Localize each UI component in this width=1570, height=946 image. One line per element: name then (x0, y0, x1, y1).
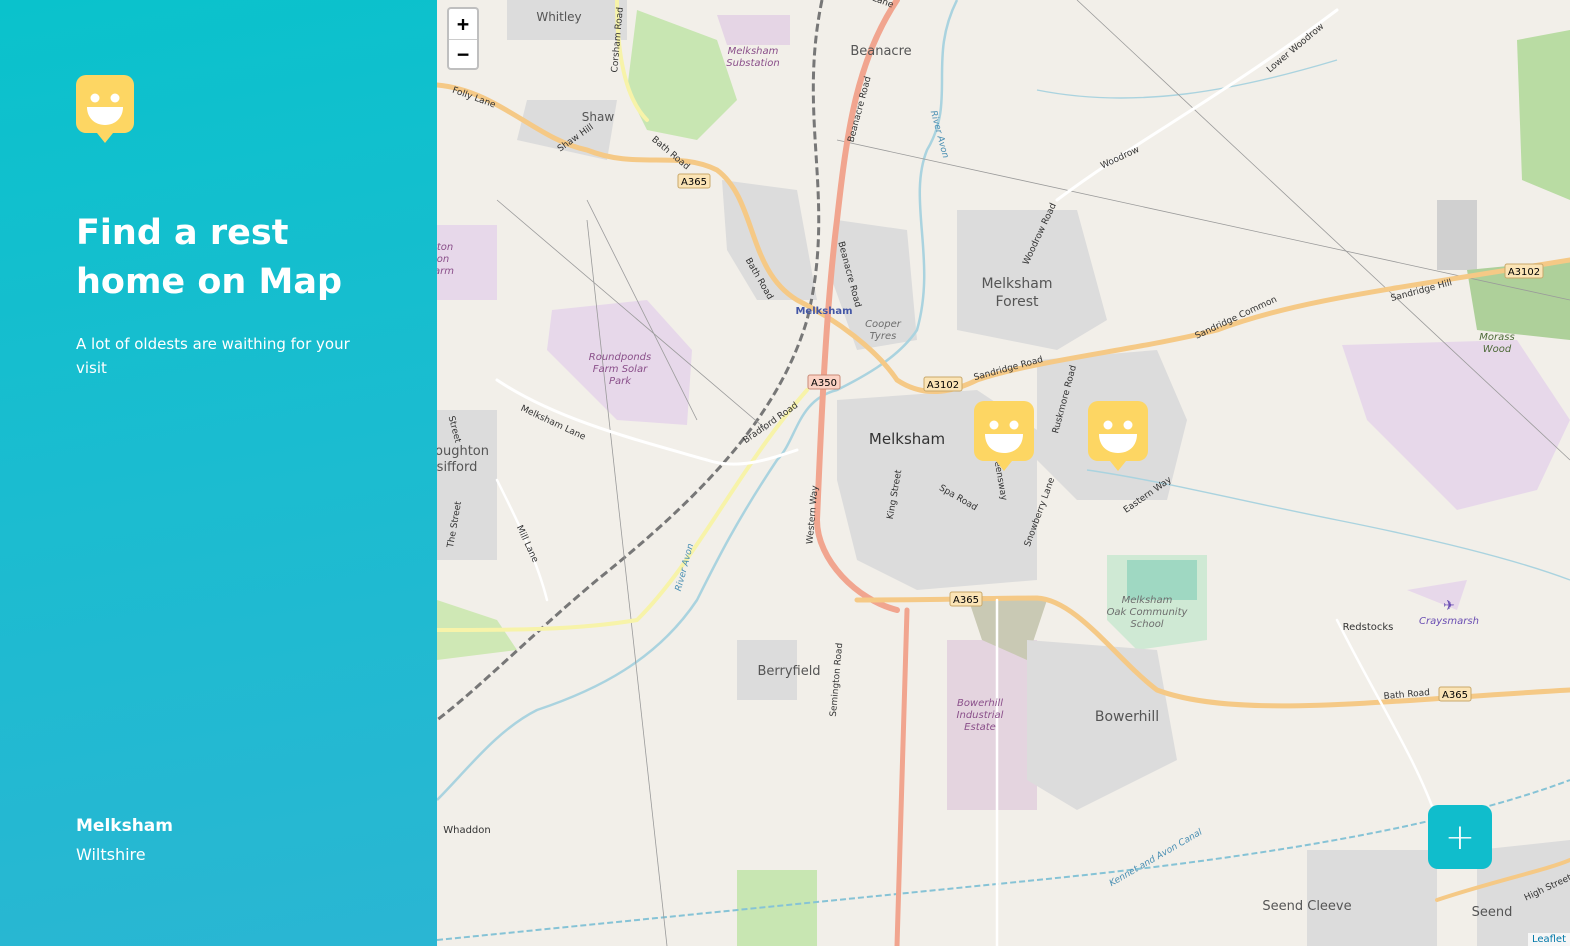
solar-farm-east (1342, 340, 1570, 510)
place-label-seend-cleeve: Seend Cleeve (1262, 899, 1351, 914)
wood-south (737, 870, 817, 946)
place-label-redstocks: Redstocks (1343, 622, 1394, 633)
park-area-north (627, 10, 737, 140)
poi-label-oak-school: Oak Community (1107, 607, 1189, 618)
poi-label-morass-wood: Wood (1483, 344, 1512, 355)
road-shield-label: A3102 (927, 380, 959, 391)
road-shield-label: A350 (811, 378, 837, 389)
map-view[interactable]: A365 A350 A3102 A3102 A365 A365 Melksham… (437, 0, 1570, 946)
sidebar: Find a rest home on Map A lot of oldests… (0, 0, 437, 946)
road-label: Lower Woodrow (1265, 22, 1326, 75)
poi-label-bowerhill-industrial: Bowerhill (957, 698, 1003, 709)
residential-bowerhill (1027, 640, 1177, 810)
road-shield-label: A365 (681, 177, 707, 188)
place-label-broughton: oughton (437, 444, 489, 459)
road-label: Mill Lane (514, 524, 540, 565)
place-label-bowerhill: Bowerhill (1095, 709, 1159, 725)
poi-label-left-edge: on (437, 254, 449, 265)
craysmarsh-area (1407, 580, 1467, 610)
place-label-whaddon: Whaddon (443, 825, 491, 836)
page-subtitle: A lot of oldests are waithing for your v… (76, 335, 350, 377)
place-label-whitley: Whitley (536, 10, 581, 24)
zoom-out-button[interactable]: − (449, 38, 477, 69)
location-city: Melksham (76, 816, 173, 836)
poi-label-substation: Substation (726, 58, 779, 69)
page-title: Find a rest home on Map (76, 213, 343, 302)
road-shield-label: A365 (1442, 690, 1468, 701)
poi-label-roundponds: Park (609, 376, 632, 387)
road-shield-label: A3102 (1508, 267, 1540, 278)
map-tiles[interactable]: A365 A350 A3102 A3102 A365 A365 Melksham… (437, 0, 1570, 946)
a350-south (894, 607, 910, 946)
school-pitches (1127, 560, 1197, 600)
add-rest-home-button[interactable]: + (1428, 805, 1492, 869)
poi-label-left-edge: arm (437, 266, 454, 277)
plus-icon: + (1444, 816, 1476, 858)
poi-label-roundponds: Roundponds (589, 352, 651, 363)
poi-label-cooper-tyres: Cooper (865, 319, 902, 330)
smiley-speech-bubble-icon (1088, 401, 1148, 471)
app-root: Find a rest home on Map A lot of oldests… (0, 0, 1570, 946)
poi-label-bowerhill-industrial: Industrial (957, 710, 1004, 721)
smiley-speech-bubble-icon (974, 401, 1034, 471)
road-label: Lane (871, 0, 895, 11)
residential-shaw (517, 100, 617, 160)
airfield-icon: ✈ (1443, 598, 1455, 614)
poi-label-oak-school: School (1130, 619, 1163, 630)
place-label-seend: Seend (1472, 905, 1513, 920)
woodrow-road (1055, 8, 1339, 202)
road-label: River Avon (928, 110, 950, 160)
road-shield-label: A365 (953, 595, 979, 606)
zoom-in-button[interactable]: + (449, 9, 477, 39)
road-label: Bath Road (649, 135, 691, 172)
location-region: Wiltshire (76, 845, 146, 864)
place-label-berryfield: Berryfield (757, 664, 820, 679)
substation-area (717, 15, 790, 45)
road-label: Semington Road (829, 642, 845, 717)
road-label: Woodrow (1099, 145, 1141, 172)
poi-label-substation: Melksham (728, 46, 779, 57)
road-label: Folly Lane (451, 86, 497, 111)
poi-label-roundponds: Farm Solar (593, 364, 648, 375)
place-label-melksham-forest: Forest (996, 294, 1039, 310)
stream-north (1036, 59, 1338, 99)
road-label: Sandridge Road (973, 355, 1044, 383)
poi-label-cooper-tyres: Tyres (870, 331, 897, 342)
rest-home-marker[interactable] (1088, 401, 1148, 471)
attribution-link[interactable]: Leaflet (1532, 934, 1566, 945)
poi-label-left-edge: ton (437, 242, 453, 253)
quarry-area (1437, 200, 1477, 270)
rest-home-marker[interactable] (974, 401, 1034, 471)
poi-label-craysmarsh: Craysmarsh (1419, 616, 1479, 627)
zoom-control: + − (447, 7, 479, 70)
poi-label-oak-school: Melksham (1122, 595, 1173, 606)
place-label-melksham: Melksham (869, 430, 945, 448)
road-label: Kennet and Avon Canal (1108, 827, 1205, 889)
poi-label-bowerhill-industrial: Estate (964, 722, 996, 733)
redstocks-road (1335, 618, 1439, 822)
poi-label-morass-wood: Morass (1479, 332, 1514, 343)
residential-broughton (437, 410, 497, 560)
woodland-east (1517, 30, 1570, 200)
place-label-beanacre: Beanacre (850, 44, 911, 59)
road-label: Sandridge Common (1194, 295, 1279, 342)
place-label-melksham-forest: Melksham (981, 276, 1052, 292)
smiley-speech-bubble-icon (76, 75, 134, 143)
road-label: River Avon (674, 542, 696, 592)
station-label: Melksham (795, 306, 852, 317)
residential-seend-cleeve (1307, 850, 1437, 946)
place-label-broughton: sifford (437, 460, 477, 475)
map-attribution[interactable]: Leaflet (1527, 933, 1570, 946)
place-label-shaw: Shaw (582, 110, 615, 124)
